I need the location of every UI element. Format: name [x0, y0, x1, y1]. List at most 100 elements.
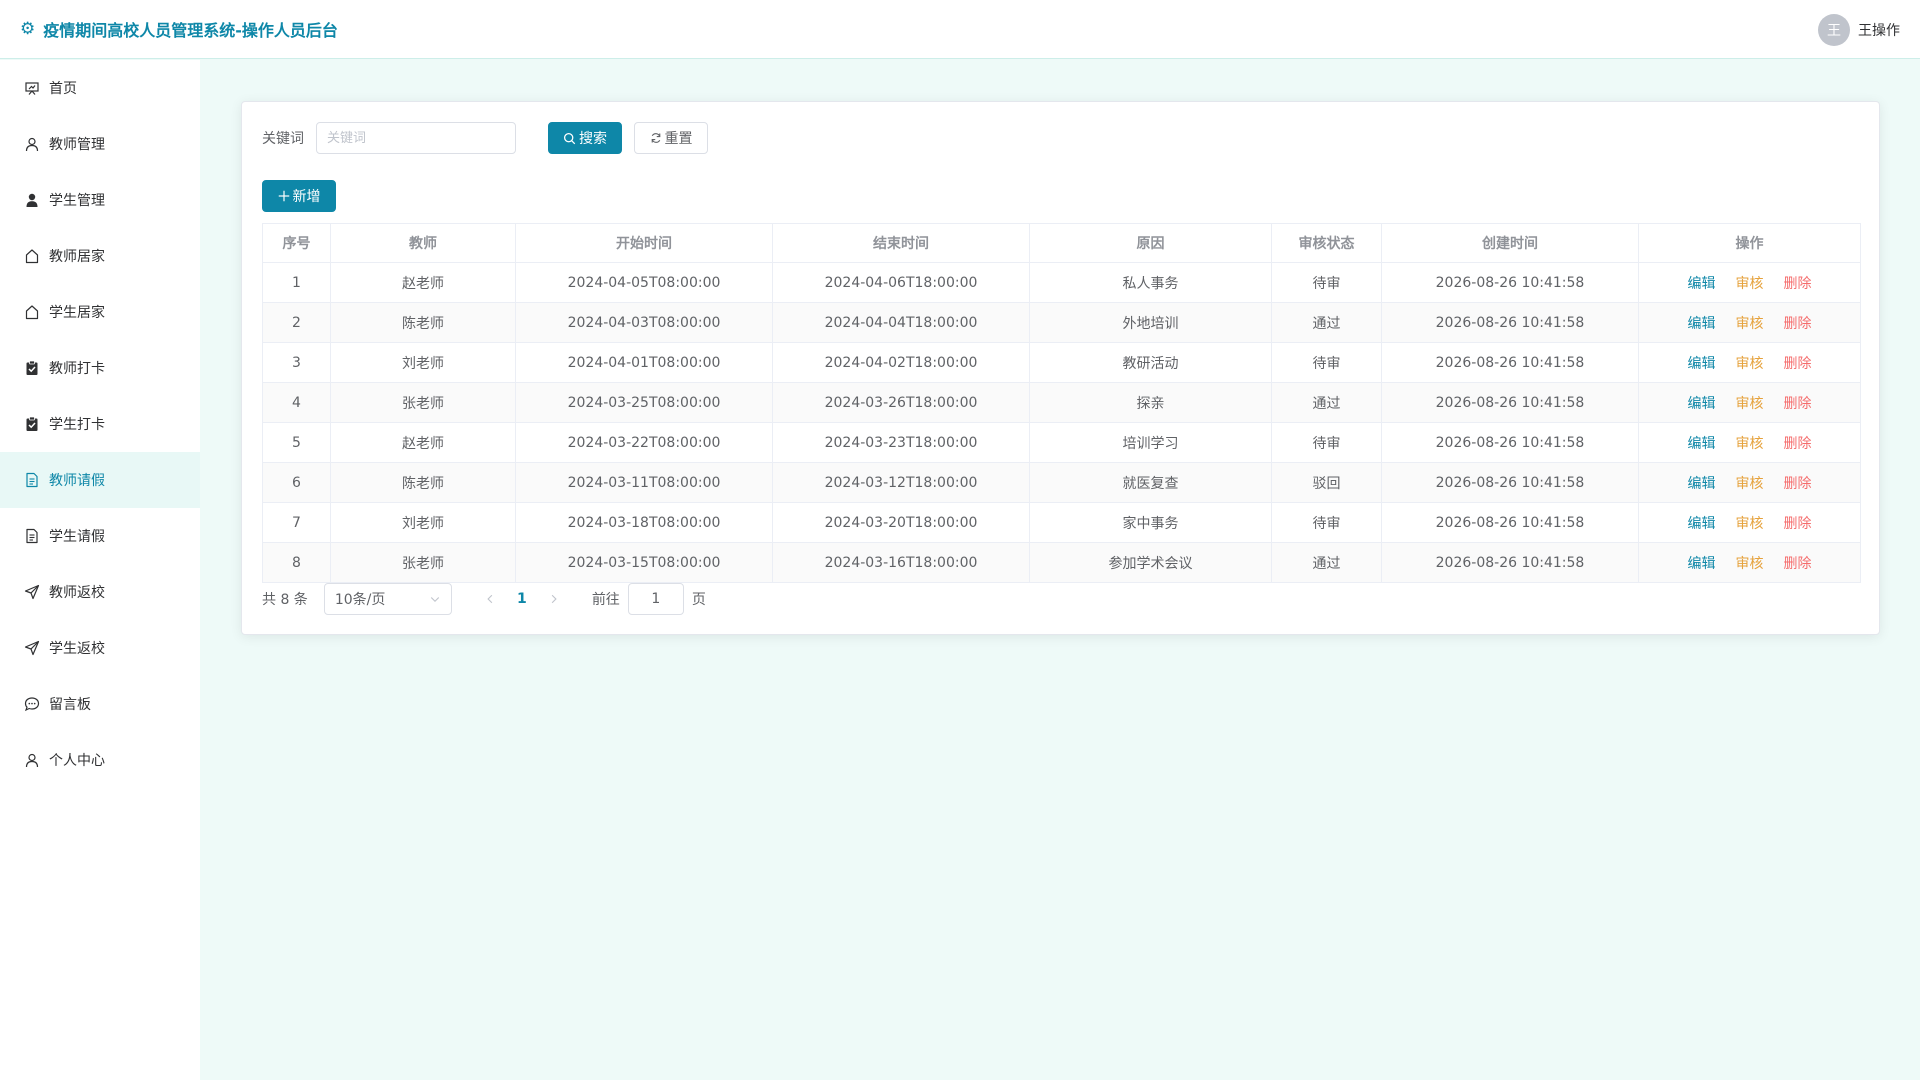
delete-button[interactable]: 删除 [1784, 273, 1812, 293]
table-cell: 2026-08-26 10:41:58 [1381, 262, 1639, 303]
sidebar-item-9[interactable]: 教师返校 [0, 564, 200, 620]
sidebar-item-8[interactable]: 学生请假 [0, 508, 200, 564]
sidebar-item-6[interactable]: 学生打卡 [0, 396, 200, 452]
house-icon [24, 248, 40, 264]
sidebar-item-1[interactable]: 教师管理 [0, 116, 200, 172]
table-cell: 参加学术会议 [1029, 542, 1272, 583]
goto-page-input[interactable] [627, 583, 684, 615]
actions-cell: 编辑 审核 删除 [1638, 302, 1861, 343]
table-cell: 陈老师 [330, 462, 516, 503]
actions-cell: 编辑 审核 删除 [1638, 342, 1861, 383]
table-cell: 2026-08-26 10:41:58 [1381, 542, 1639, 583]
table-cell: 培训学习 [1029, 422, 1272, 463]
edit-button[interactable]: 编辑 [1688, 473, 1716, 493]
table-cell: 2024-04-06T18:00:00 [772, 262, 1030, 303]
table-cell: 待审 [1271, 422, 1382, 463]
user-menu[interactable]: 王 王操作 [1818, 14, 1900, 46]
table-cell: 2024-04-02T18:00:00 [772, 342, 1030, 383]
table-cell: 家中事务 [1029, 502, 1272, 543]
sidebar-item-10[interactable]: 学生返校 [0, 620, 200, 676]
table-cell: 2024-03-12T18:00:00 [772, 462, 1030, 503]
table-cell: 2024-04-01T08:00:00 [515, 342, 773, 383]
table-cell: 外地培训 [1029, 302, 1272, 343]
sidebar-item-3[interactable]: 教师居家 [0, 228, 200, 284]
audit-button[interactable]: 审核 [1736, 513, 1764, 533]
edit-button[interactable]: 编辑 [1688, 553, 1716, 573]
chat-icon [24, 696, 40, 712]
audit-button[interactable]: 审核 [1736, 553, 1764, 573]
sidebar-item-7[interactable]: 教师请假 [0, 452, 200, 508]
table-cell: 2026-08-26 10:41:58 [1381, 382, 1639, 423]
chevron-right-icon [551, 594, 557, 604]
delete-button[interactable]: 删除 [1784, 353, 1812, 373]
user-icon [24, 136, 40, 152]
app-logo: ⚙ 疫情期间高校人员管理系统-操作人员后台 [20, 17, 338, 41]
table-cell: 赵老师 [330, 262, 516, 303]
search-button-label: 搜索 [579, 131, 607, 147]
page-jumper: 前往 页 [592, 583, 706, 615]
edit-button[interactable]: 编辑 [1688, 313, 1716, 333]
audit-button[interactable]: 审核 [1736, 393, 1764, 413]
delete-button[interactable]: 删除 [1784, 513, 1812, 533]
audit-button[interactable]: 审核 [1736, 313, 1764, 333]
table-cell: 探亲 [1029, 382, 1272, 423]
table-cell: 2024-03-20T18:00:00 [772, 502, 1030, 543]
table-cell: 2 [262, 302, 331, 343]
sidebar-item-label: 学生居家 [49, 305, 105, 321]
table-cell: 2026-08-26 10:41:58 [1381, 422, 1639, 463]
edit-button[interactable]: 编辑 [1688, 513, 1716, 533]
sidebar-item-0[interactable]: 首页 [0, 60, 200, 116]
table-cell: 7 [262, 502, 331, 543]
home-board-icon [24, 80, 40, 96]
top-header: ⚙ 疫情期间高校人员管理系统-操作人员后台 王 王操作 [0, 0, 1920, 59]
keyword-input[interactable] [316, 122, 516, 154]
column-header: 创建时间 [1381, 223, 1639, 263]
sidebar-item-11[interactable]: 留言板 [0, 676, 200, 732]
sidebar-item-4[interactable]: 学生居家 [0, 284, 200, 340]
prev-page-button[interactable] [474, 594, 506, 604]
edit-button[interactable]: 编辑 [1688, 273, 1716, 293]
sidebar-item-label: 学生请假 [49, 529, 105, 545]
chevron-left-icon [487, 594, 493, 604]
table-cell: 张老师 [330, 382, 516, 423]
edit-button[interactable]: 编辑 [1688, 353, 1716, 373]
edit-button[interactable]: 编辑 [1688, 393, 1716, 413]
audit-button[interactable]: 审核 [1736, 433, 1764, 453]
avatar[interactable]: 王 [1818, 14, 1850, 46]
reset-button-label: 重置 [664, 131, 693, 147]
delete-button[interactable]: 删除 [1784, 433, 1812, 453]
sidebar-item-label: 教师居家 [49, 249, 105, 265]
refresh-icon [650, 132, 662, 144]
search-button[interactable]: 搜索 [548, 122, 622, 154]
table-cell: 通过 [1271, 302, 1382, 343]
delete-button[interactable]: 删除 [1784, 313, 1812, 333]
sidebar-item-label: 留言板 [49, 697, 91, 713]
table-row: 1 赵老师 2024-04-05T08:00:00 2024-04-06T18:00:… [262, 262, 1861, 303]
actions-cell: 编辑 审核 删除 [1638, 262, 1861, 303]
next-page-button[interactable] [538, 594, 570, 604]
sidebar-item-label: 教师管理 [49, 137, 105, 153]
page-number-current[interactable]: 1 [506, 591, 538, 607]
audit-button[interactable]: 审核 [1736, 473, 1764, 493]
add-button[interactable]: 新增 [262, 180, 336, 212]
delete-button[interactable]: 删除 [1784, 553, 1812, 573]
table-cell: 2024-03-16T18:00:00 [772, 542, 1030, 583]
delete-button[interactable]: 删除 [1784, 393, 1812, 413]
search-bar: 关键词 搜索 重置 [262, 122, 708, 154]
sidebar-item-5[interactable]: 教师打卡 [0, 340, 200, 396]
plus-icon [278, 190, 290, 202]
sidebar-item-2[interactable]: 学生管理 [0, 172, 200, 228]
username[interactable]: 王操作 [1858, 20, 1900, 40]
sidebar-item-12[interactable]: 个人中心 [0, 732, 200, 788]
audit-button[interactable]: 审核 [1736, 273, 1764, 293]
delete-button[interactable]: 删除 [1784, 473, 1812, 493]
table-cell: 2024-03-23T18:00:00 [772, 422, 1030, 463]
reset-button[interactable]: 重置 [634, 122, 708, 154]
house-icon [24, 304, 40, 320]
audit-button[interactable]: 审核 [1736, 353, 1764, 373]
edit-button[interactable]: 编辑 [1688, 433, 1716, 453]
column-header: 序号 [262, 223, 331, 263]
page-size-select[interactable]: 10条/页 [323, 583, 452, 615]
send-icon [24, 640, 40, 656]
gear-icon: ⚙ [20, 19, 36, 39]
